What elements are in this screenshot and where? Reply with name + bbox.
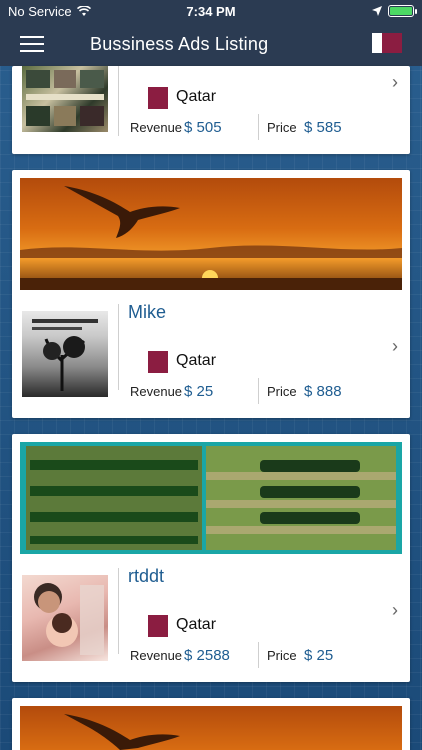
listing-banner [20, 178, 402, 290]
divider [258, 642, 259, 668]
divider [118, 66, 119, 136]
chevron-right-icon[interactable]: › [392, 336, 398, 357]
price-value: $ 585 [304, 119, 342, 136]
revenue-value: $ 2588 [184, 647, 230, 664]
qatar-flag-icon [143, 87, 168, 109]
revenue-label: Revenue [130, 120, 183, 135]
listing-name: rtddt [128, 566, 165, 586]
qatar-flag-icon[interactable] [372, 33, 402, 53]
divider [258, 378, 259, 404]
qatar-flag-icon [143, 615, 168, 637]
listing-card[interactable] [12, 698, 410, 750]
country-label: Qatar [176, 616, 217, 633]
location-arrow-icon [372, 6, 382, 16]
listing-card[interactable]: Mike Qatar Revenue $ 25 Price $ 888 › [12, 170, 410, 418]
battery-icon [388, 5, 417, 17]
hamburger-icon[interactable] [20, 36, 44, 52]
country-label: Qatar [176, 88, 217, 105]
status-bar: No Service 7:34 PM [0, 0, 422, 22]
revenue-value: $ 505 [184, 119, 222, 136]
divider [258, 114, 259, 140]
listing-thumbnail [22, 311, 108, 397]
listing-name: Mike [128, 302, 167, 322]
wifi-icon [76, 5, 91, 16]
chevron-right-icon[interactable]: › [392, 72, 398, 93]
carrier-label: No Service [8, 3, 72, 19]
listing-thumbnail [22, 575, 108, 661]
revenue-label: Revenue [130, 648, 183, 663]
price-label: Price [267, 120, 297, 135]
price-value: $ 888 [304, 383, 342, 400]
listing-banner [20, 706, 402, 750]
nav-bar: Bussiness Ads Listing [0, 22, 422, 66]
status-left: No Service [8, 4, 91, 19]
revenue-value: $ 25 [184, 383, 214, 400]
listing-card[interactable]: rtddt Qatar Revenue $ 2588 Price $ 25 › [12, 434, 410, 682]
price-value: $ 25 [304, 647, 334, 664]
listing-thumbnail [22, 66, 108, 132]
country-label: Qatar [176, 352, 217, 369]
chevron-right-icon[interactable]: › [392, 600, 398, 621]
divider [118, 304, 119, 390]
status-right [372, 5, 417, 17]
revenue-label: Revenue [130, 384, 183, 399]
price-label: Price [267, 384, 297, 399]
listing-card[interactable]: Qatar Revenue $ 505 Price $ 585 › [12, 66, 410, 154]
listing-banner [20, 442, 402, 554]
price-label: Price [267, 648, 297, 663]
divider [118, 568, 119, 654]
qatar-flag-icon [143, 351, 168, 373]
page-title: Bussiness Ads Listing [90, 33, 269, 54]
